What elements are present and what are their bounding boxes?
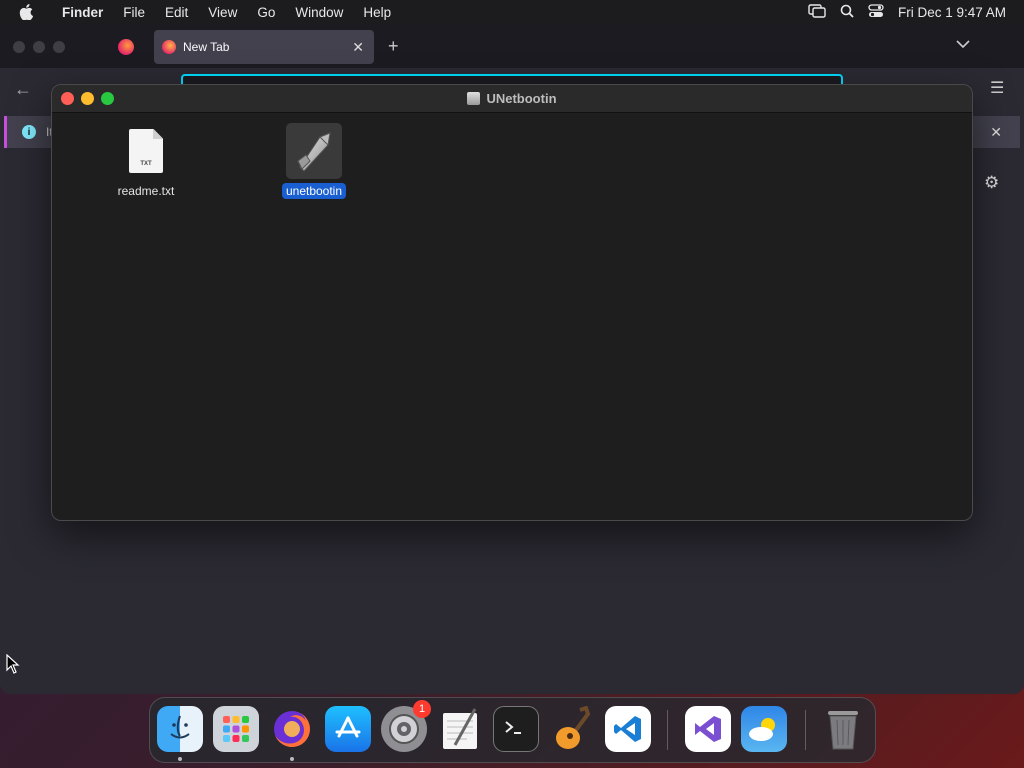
unetbootin-app-icon (297, 132, 331, 172)
file-name: unetbootin (281, 183, 347, 199)
terminal-dock-icon[interactable] (493, 706, 539, 752)
window-minimize-button[interactable] (81, 92, 94, 105)
trash-dock-icon[interactable] (820, 706, 866, 752)
menu-go[interactable]: Go (247, 5, 285, 20)
window-title: UNetbootin (486, 91, 557, 106)
weather-dock-icon[interactable] (741, 706, 787, 752)
dock-separator (667, 710, 668, 750)
file-readme-txt[interactable]: TXT readme.txt (96, 123, 196, 199)
disk-image-icon (467, 92, 481, 105)
finder-title-bar[interactable]: UNetbootin (52, 85, 972, 113)
mouse-cursor-icon (6, 653, 20, 679)
back-arrow-icon[interactable]: ← (14, 79, 32, 100)
control-center-icon[interactable] (868, 3, 884, 21)
tab-title: New Tab (183, 40, 230, 54)
browser-tab-bar: New Tab ✕ + (0, 24, 1024, 68)
hamburger-menu-icon[interactable]: ☰ (990, 78, 1004, 98)
close-tab-icon[interactable]: ✕ (352, 39, 364, 56)
menu-app-name[interactable]: Finder (52, 5, 113, 20)
menu-help[interactable]: Help (353, 5, 401, 20)
dock-separator (805, 710, 806, 750)
menu-file[interactable]: File (113, 5, 155, 20)
spotlight-search-icon[interactable] (840, 4, 854, 21)
menu-edit[interactable]: Edit (155, 5, 198, 20)
system-preferences-dock-icon[interactable]: 1 (381, 700, 431, 752)
close-notification-icon[interactable]: ✕ (990, 124, 1002, 141)
chevron-down-icon[interactable] (956, 36, 970, 54)
textedit-dock-icon[interactable] (437, 706, 483, 752)
doc-type-label: TXT (140, 161, 152, 167)
file-unetbootin[interactable]: unetbootin (264, 123, 364, 199)
browser-minimize-dot[interactable] (33, 41, 45, 53)
tab-new-tab[interactable]: New Tab ✕ (154, 30, 374, 64)
firefox-dock-icon[interactable] (269, 706, 315, 752)
window-zoom-button[interactable] (101, 92, 114, 105)
gear-icon[interactable]: ⚙ (984, 173, 999, 193)
dock: 1 (149, 697, 876, 763)
menu-view[interactable]: View (198, 5, 247, 20)
screen-mirroring-icon[interactable] (808, 3, 826, 21)
notification-badge: 1 (413, 700, 431, 718)
file-name: readme.txt (117, 184, 175, 198)
text-document-icon: TXT (129, 129, 163, 173)
browser-zoom-dot[interactable] (53, 41, 65, 53)
firefox-pinned-tab-icon[interactable] (118, 39, 134, 55)
garageband-dock-icon[interactable] (549, 706, 595, 752)
visual-studio-dock-icon[interactable] (685, 706, 731, 752)
menu-window[interactable]: Window (285, 5, 353, 20)
app-store-dock-icon[interactable] (325, 706, 371, 752)
firefox-favicon-icon (162, 40, 176, 54)
info-icon: i (22, 125, 36, 139)
finder-running-indicator (178, 757, 182, 761)
menu-clock[interactable]: Fri Dec 1 9:47 AM (898, 5, 1006, 20)
firefox-running-indicator (290, 757, 294, 761)
browser-close-dot[interactable] (13, 41, 25, 53)
finder-dock-icon[interactable] (157, 706, 203, 752)
apple-menu-icon[interactable] (0, 4, 52, 20)
menu-bar: Finder File Edit View Go Window Help Fri… (0, 0, 1024, 24)
finder-window: UNetbootin TXT readme.txt unetbootin (51, 84, 973, 521)
new-tab-plus-icon[interactable]: + (388, 36, 399, 57)
window-close-button[interactable] (61, 92, 74, 105)
launchpad-dock-icon[interactable] (213, 706, 259, 752)
vscode-dock-icon[interactable] (605, 706, 651, 752)
